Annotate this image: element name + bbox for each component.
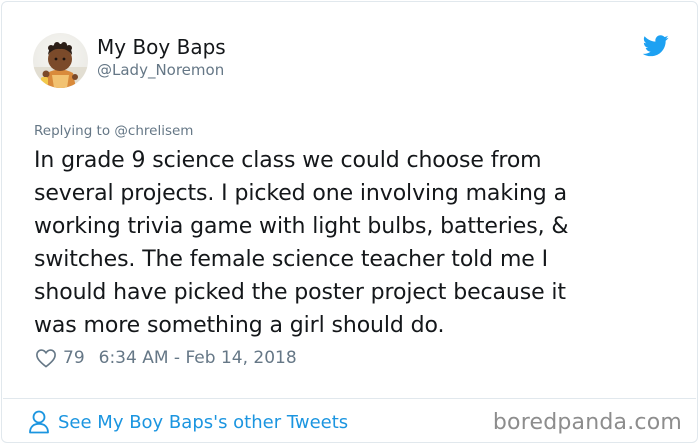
author-handle[interactable]: @Lady_Noremon [97,61,224,79]
author-name[interactable]: My Boy Baps [97,35,226,59]
tweet-line: working trivia game with light bulbs, ba… [34,214,569,239]
tweet-line: should have picked the poster project be… [34,280,566,305]
like-count[interactable]: 79 [63,348,85,368]
tweet-line: switches. The female science teacher tol… [34,247,548,272]
tweet-card: My Boy Baps @Lady_Noremon Replying to @c… [1,1,698,443]
heart-icon[interactable] [35,348,57,368]
tweet-timestamp[interactable]: 6:34 AM - Feb 14, 2018 [99,348,297,368]
see-more-label[interactable]: See My Boy Baps's other Tweets [58,412,348,433]
tweet-line: several projects. I picked one involving… [34,181,567,206]
see-more-tweets-link[interactable]: See My Boy Baps's other Tweets [28,408,348,436]
tweet-meta: 79 6:34 AM - Feb 14, 2018 [35,346,297,370]
tweet-line: was more something a girl should do. [34,313,445,338]
avatar[interactable] [33,33,88,88]
avatar-image [33,42,88,88]
person-icon [29,410,49,434]
watermark: boredpanda.com [492,410,682,435]
tweet-line: In grade 9 science class we could choose… [34,148,542,173]
divider [3,398,696,399]
replying-to[interactable]: Replying to @chrelisem [34,122,193,140]
tweet-text: In grade 9 science class we could choose… [34,144,659,342]
twitter-bird-icon[interactable] [643,35,669,57]
